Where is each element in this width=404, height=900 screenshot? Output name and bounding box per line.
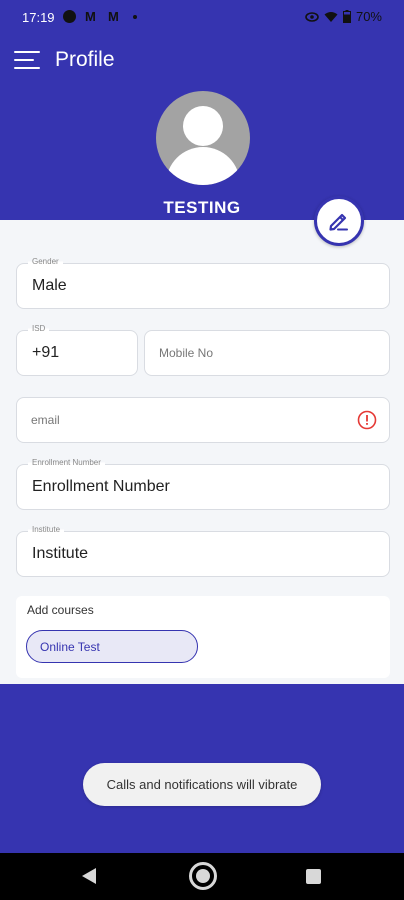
more-notifications-dot-icon (133, 15, 137, 19)
status-bar: 17:19 M M 70% (0, 0, 404, 34)
mobile-placeholder: Mobile No (159, 346, 214, 360)
isd-field[interactable]: ISD +91 (16, 324, 138, 376)
profile-header: Profile TESTING (0, 34, 404, 220)
eye-icon (305, 11, 319, 22)
edit-profile-button[interactable] (314, 196, 364, 246)
back-icon[interactable] (82, 868, 96, 884)
enrollment-value: Enrollment Number (32, 478, 170, 495)
recents-icon[interactable] (306, 869, 321, 884)
status-time: 17:19 (22, 10, 55, 25)
wifi-icon (324, 11, 338, 22)
system-nav-bar (0, 853, 404, 900)
gender-field[interactable]: Gender Male (16, 257, 390, 309)
avatar-head (183, 106, 223, 146)
email-field[interactable]: email (16, 397, 390, 443)
institute-value: Institute (32, 545, 89, 562)
pencil-icon (329, 213, 348, 231)
courses-card: Add courses Online Test (16, 596, 390, 678)
add-courses-title: Add courses (27, 603, 94, 617)
enrollment-number-field[interactable]: Enrollment Number Enrollment Number (16, 458, 390, 510)
avatar[interactable] (156, 91, 250, 185)
hamburger-menu-icon[interactable] (14, 51, 40, 69)
recording-dot-icon (63, 10, 76, 23)
gender-value: Male (32, 277, 67, 294)
avatar-body (166, 147, 240, 185)
gmail-notification-icon: M (85, 9, 96, 24)
home-icon[interactable] (189, 862, 217, 890)
page-title: Profile (55, 48, 115, 71)
toast-message: Calls and notifications will vibrate (83, 763, 321, 806)
error-circle-icon (357, 410, 377, 430)
institute-field[interactable]: Institute Institute (16, 525, 390, 577)
gmail-notification-icon-2: M (108, 9, 119, 24)
battery-icon (342, 10, 351, 23)
isd-value: +91 (32, 344, 60, 361)
battery-percent: 70% (355, 9, 382, 24)
status-right: 70% (305, 9, 382, 24)
mobile-field[interactable]: Mobile No (144, 330, 390, 376)
course-chip[interactable]: Online Test (26, 630, 198, 663)
email-placeholder: email (31, 413, 60, 427)
